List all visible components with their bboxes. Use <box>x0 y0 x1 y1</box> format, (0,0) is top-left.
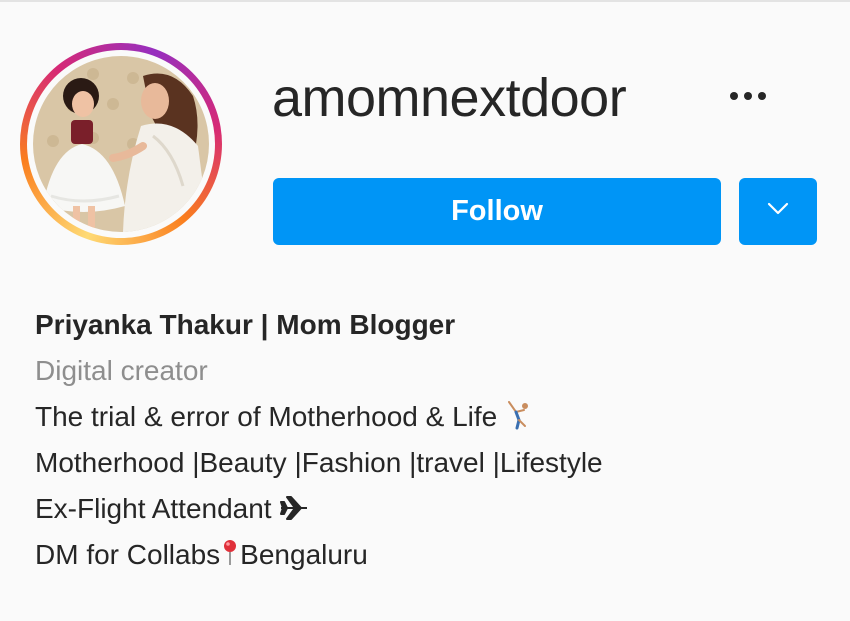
chevron-down-icon <box>767 202 789 221</box>
gymnast-emoji-icon <box>505 398 533 444</box>
bio-line-4: DM for Collabs Bengaluru <box>35 532 603 578</box>
top-divider <box>0 0 850 2</box>
bio-line-3: Ex-Flight Attendant <box>35 486 603 532</box>
full-name: Priyanka Thakur | Mom Blogger <box>35 309 456 340</box>
more-options-icon <box>730 92 738 100</box>
bio-line-1: The trial & error of Motherhood & Life <box>35 394 603 440</box>
avatar[interactable] <box>33 56 209 232</box>
follow-button[interactable]: Follow <box>273 178 721 245</box>
suggested-accounts-dropdown-button[interactable] <box>739 178 817 245</box>
bio-line-2: Motherhood |Beauty |Fashion |travel |Lif… <box>35 447 603 478</box>
round-pushpin-icon <box>220 536 240 582</box>
story-ring[interactable] <box>20 43 222 245</box>
category-label: Digital creator <box>35 355 208 386</box>
more-options-button[interactable] <box>720 78 776 114</box>
profile-bio: Priyanka Thakur | Mom Blogger Digital cr… <box>35 302 603 578</box>
airplane-icon <box>279 490 309 536</box>
username: amomnextdoor <box>272 68 627 128</box>
